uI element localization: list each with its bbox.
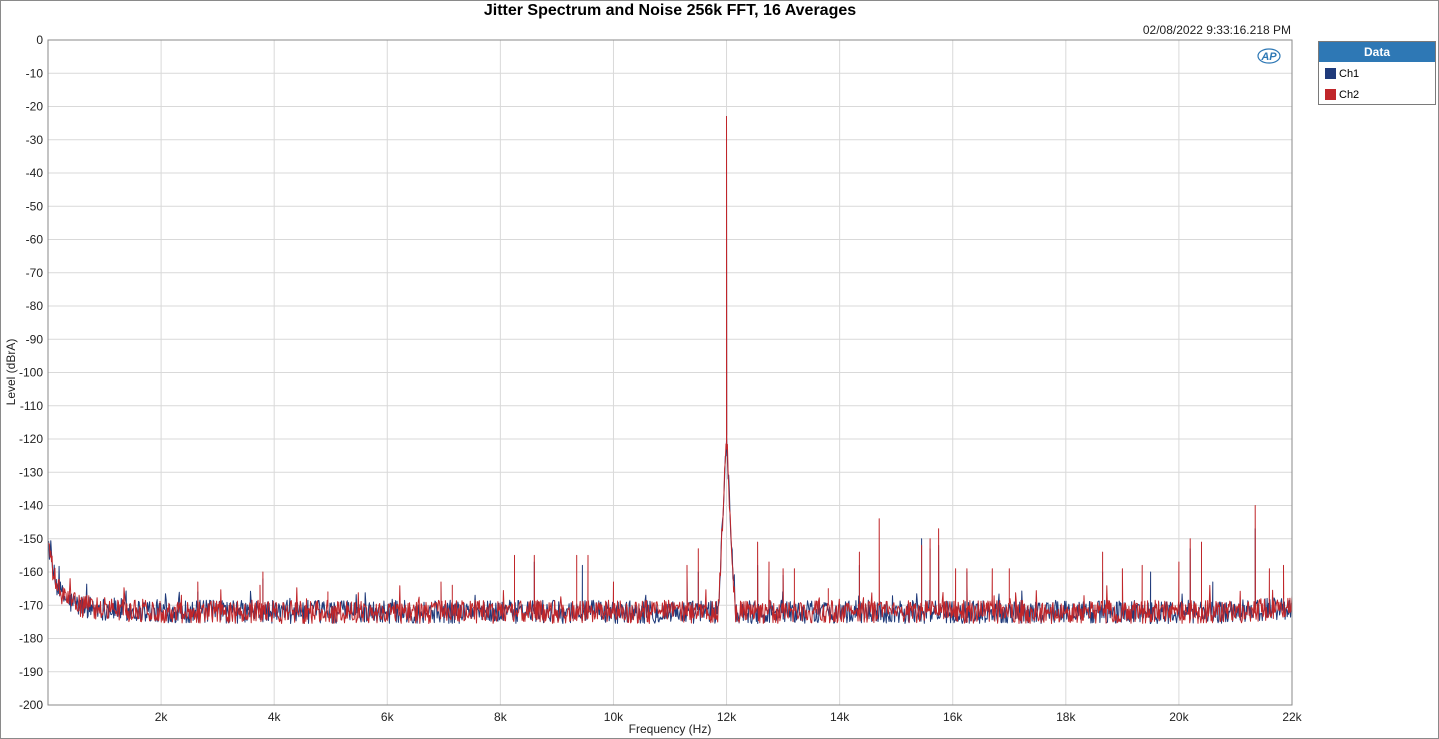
legend-label-ch2: Ch2 <box>1339 89 1360 101</box>
y-tick-label: -80 <box>26 299 44 313</box>
y-tick-label: -20 <box>26 100 44 114</box>
legend-label-ch1: Ch1 <box>1339 68 1360 80</box>
legend-item-ch1[interactable]: Ch1 <box>1325 68 1360 80</box>
y-tick-label: -200 <box>19 698 43 712</box>
y-tick-label: -170 <box>19 598 43 612</box>
y-tick-label: -60 <box>26 233 44 247</box>
x-axis-label: Frequency (Hz) <box>629 722 712 736</box>
x-tick-label: 8k <box>494 710 508 724</box>
series-layer <box>47 116 1293 624</box>
legend-swatch-ch2 <box>1325 89 1336 100</box>
x-tick-label: 4k <box>268 710 282 724</box>
ap-logo-text: AP <box>1260 51 1277 63</box>
x-tick-label: 22k <box>1282 710 1302 724</box>
legend-item-ch2[interactable]: Ch2 <box>1325 89 1360 101</box>
x-tick-label: 12k <box>717 710 737 724</box>
y-tick-label: -130 <box>19 465 43 479</box>
y-tick-label: -180 <box>19 632 43 646</box>
y-tick-label: -120 <box>19 432 43 446</box>
y-tick-label: -150 <box>19 532 43 546</box>
y-tick-label: -90 <box>26 332 44 346</box>
legend-header: Data <box>1319 42 1435 62</box>
x-tick-label: 20k <box>1169 710 1189 724</box>
y-tick-label: -190 <box>19 665 43 679</box>
chart-plot: 0 -10 -20 -30 -40 -50 -60 -70 -80 -90 -100 -110 -120… <box>4 33 1303 736</box>
x-tick-label: 2k <box>155 710 169 724</box>
y-tick-label: -140 <box>19 499 43 513</box>
legend-swatch-ch1 <box>1325 68 1336 79</box>
y-tick-label: -40 <box>26 166 44 180</box>
y-tick-label: 0 <box>36 33 43 47</box>
y-tick-label: -110 <box>20 399 43 413</box>
x-tick-label: 6k <box>381 710 395 724</box>
x-tick-label: 16k <box>943 710 963 724</box>
y-tick-label: -10 <box>26 66 44 80</box>
legend: Data Ch1 Ch2 <box>1318 41 1436 105</box>
y-tick-label: -160 <box>19 565 43 579</box>
x-tick-label: 14k <box>830 710 850 724</box>
y-axis-label: Level (dBrA) <box>4 339 18 406</box>
ap-logo-icon: AP <box>1257 48 1281 64</box>
x-tick-label: 18k <box>1056 710 1076 724</box>
tick-layer: 0 -10 -20 -30 -40 -50 -60 -70 -80 -90 -100 -110 -120… <box>19 33 1303 724</box>
y-tick-label: -70 <box>26 266 44 280</box>
x-tick-label: 10k <box>604 710 624 724</box>
y-tick-label: -100 <box>19 366 43 380</box>
y-tick-label: -30 <box>26 133 44 147</box>
y-tick-label: -50 <box>26 199 44 213</box>
series-line-ch2 <box>47 116 1293 624</box>
series-line-ch1 <box>47 116 1293 624</box>
